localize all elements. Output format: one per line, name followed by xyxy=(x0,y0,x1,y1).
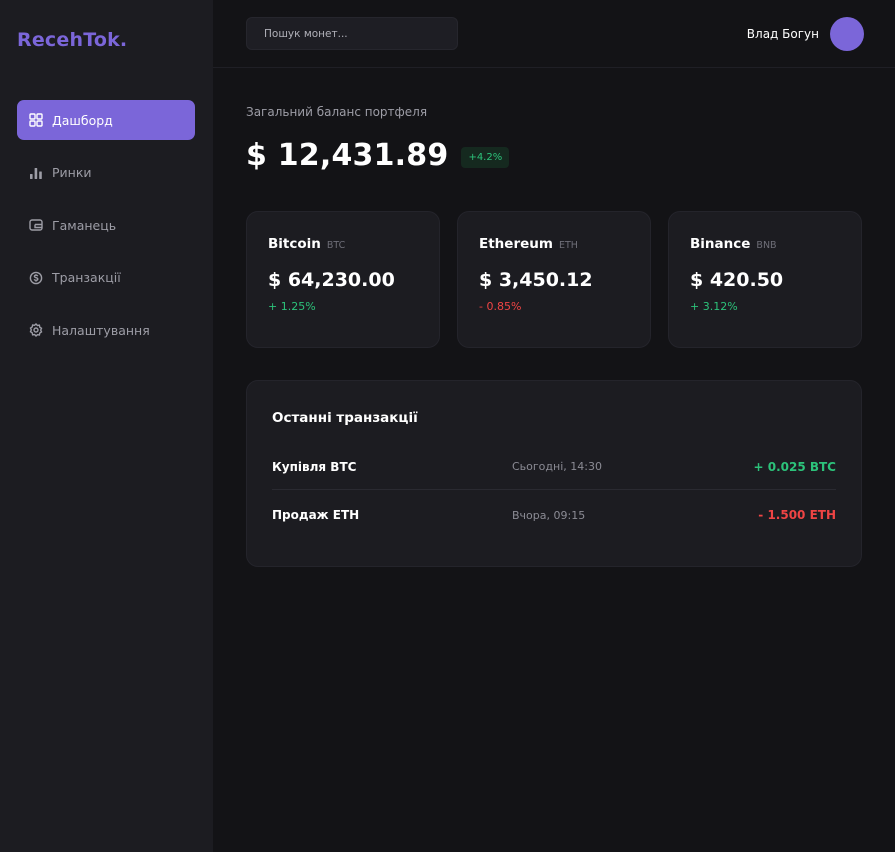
search-input[interactable] xyxy=(246,17,458,50)
transaction-name: Купівля BTC xyxy=(272,459,357,474)
recent-transactions-title: Останні транзакції xyxy=(272,410,418,426)
portfolio-balance-label: Загальний баланс портфеля xyxy=(246,105,428,119)
transactions-icon xyxy=(29,271,43,285)
user-name: Влад Богун xyxy=(746,27,819,41)
coin-name: Binance xyxy=(690,236,751,252)
coin-card-header: Ethereum ETH xyxy=(479,236,629,252)
settings-icon xyxy=(29,323,43,337)
coin-symbol: BNB xyxy=(756,240,777,251)
portfolio-balance-value: $ 12,431.89 xyxy=(246,138,449,173)
transaction-amount: - 1.500 ETH xyxy=(758,508,836,522)
sidebar-item-label: Налаштування xyxy=(52,322,150,338)
sidebar-item-label: Гаманець xyxy=(52,217,117,233)
wallet-icon xyxy=(29,218,43,232)
top-bar: Влад Богун xyxy=(213,0,895,68)
sidebar-item-transactions[interactable]: Транзакції xyxy=(17,258,195,298)
portfolio-change-badge: +4.2% xyxy=(461,146,510,168)
brand-logo[interactable]: RecehTok. xyxy=(17,29,127,51)
sidebar-item-label: Транзакції xyxy=(52,270,121,285)
coin-price: $ 64,230.00 xyxy=(268,269,395,291)
coin-symbol: BTC xyxy=(326,240,346,251)
sidebar-item-wallet[interactable]: Гаманець xyxy=(17,205,195,245)
coin-price: $ 3,450.12 xyxy=(479,269,593,291)
transaction-row[interactable]: Купівля BTC Сьогодні, 14:30 + 0.025 BTC xyxy=(272,444,836,489)
sidebar-item-label: Дашборд xyxy=(52,112,113,128)
coin-cards: Bitcoin BTC $ 64,230.00 + 1.25% Ethereum… xyxy=(246,211,862,348)
coin-change: - 0.85% xyxy=(479,300,522,313)
coin-price: $ 420.50 xyxy=(690,269,784,291)
bar-chart-icon xyxy=(29,166,43,180)
sidebar-item-dashboard[interactable]: Дашборд xyxy=(17,100,195,140)
coin-name: Bitcoin xyxy=(268,236,321,252)
coin-card-ethereum[interactable]: Ethereum ETH $ 3,450.12 - 0.85% xyxy=(457,211,651,348)
coin-card-bitcoin[interactable]: Bitcoin BTC $ 64,230.00 + 1.25% xyxy=(246,211,440,348)
coin-card-header: Binance BNB xyxy=(690,236,840,252)
coin-card-binance[interactable]: Binance BNB $ 420.50 + 3.12% xyxy=(668,211,862,348)
coin-name: Ethereum xyxy=(479,236,553,252)
transaction-row[interactable]: Продаж ETH Вчора, 09:15 - 1.500 ETH xyxy=(272,489,836,540)
avatar[interactable] xyxy=(830,17,864,51)
portfolio-balance: $ 12,431.89 +4.2% xyxy=(246,138,510,173)
recent-transactions-panel: Останні транзакції Купівля BTC Сьогодні,… xyxy=(246,380,862,567)
user-menu[interactable]: Влад Богун xyxy=(747,17,864,51)
transaction-amount: + 0.025 BTC xyxy=(753,459,836,474)
sidebar-item-label: Ринки xyxy=(52,165,92,180)
coin-change: + 1.25% xyxy=(268,300,316,313)
sidebar: RecehTok. Дашборд Ринки Гаманець Транзак… xyxy=(0,0,213,852)
coin-symbol: ETH xyxy=(558,240,578,251)
sidebar-nav: Дашборд Ринки Гаманець Транзакції Налашт… xyxy=(17,100,195,363)
transaction-time: Вчора, 09:15 xyxy=(512,508,586,522)
sidebar-item-markets[interactable]: Ринки xyxy=(17,153,195,193)
sidebar-item-settings[interactable]: Налаштування xyxy=(17,310,195,350)
transaction-time: Сьогодні, 14:30 xyxy=(512,460,602,473)
coin-change: + 3.12% xyxy=(690,300,738,313)
dashboard-icon xyxy=(29,113,43,127)
coin-card-header: Bitcoin BTC xyxy=(268,236,418,252)
transaction-name: Продаж ETH xyxy=(272,508,360,522)
